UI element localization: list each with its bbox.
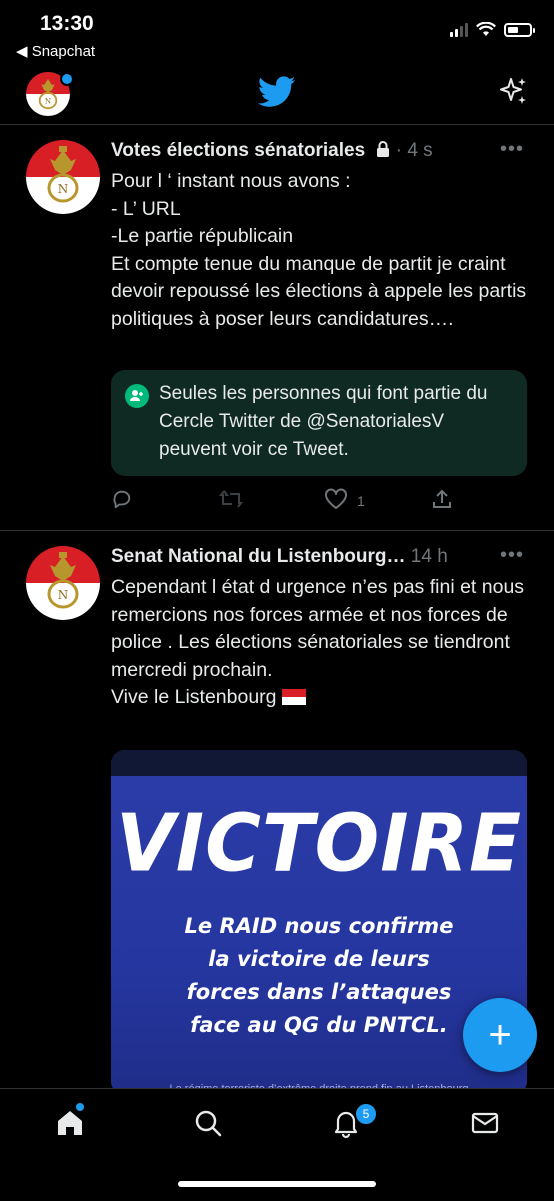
svg-text:N: N [45,97,51,106]
author-avatar[interactable]: N [26,140,100,214]
reply-icon[interactable] [111,488,133,510]
author-name[interactable]: Votes élections sénatoriales [111,140,365,161]
tweet[interactable]: N Votes élections sénatoriales · 4 s •••… [0,126,554,531]
top-bar: N [0,64,554,125]
flag-icon [281,689,306,705]
author-name[interactable]: Senat National du Listenbourg… [111,546,406,567]
retweet-icon [219,490,243,508]
messages-icon[interactable] [465,1103,505,1143]
sparkle-icon[interactable] [498,76,528,106]
tweet-header: Senat National du Listenbourg… 14 h [111,546,494,568]
tweet-actions: 1 [111,486,451,516]
battery-icon [504,22,535,37]
media-headline: VICTOIRE [115,795,523,890]
signal-icon [450,22,468,37]
more-options-button[interactable]: ••• [500,544,524,567]
svg-text:N: N [58,588,69,602]
home-indicator [178,1181,376,1187]
system-icons [450,22,535,37]
like-count: 1 [357,493,365,509]
twitter-logo-icon[interactable] [258,76,296,108]
tweet-header: Votes élections sénatoriales · 4 s [111,140,494,162]
status-bar: 13:30 ◀ Snapchat [0,0,554,62]
svg-text:N: N [58,182,69,196]
tweet-timestamp: 14 h [410,546,448,567]
circle-people-icon [125,384,149,408]
account-notification-dot [60,72,74,86]
like-icon[interactable] [324,488,348,510]
clock: 13:30 [40,12,94,35]
tweet-timestamp: · 4 s [395,140,433,161]
wifi-icon [476,22,496,36]
compose-tweet-button[interactable]: + [463,998,537,1072]
media-subtext: Le RAID nous confirme la victoire de leu… [184,914,454,1037]
author-avatar[interactable]: N [26,546,100,620]
share-icon[interactable] [431,488,453,510]
back-to-app-link[interactable]: ◀ Snapchat [16,42,95,60]
notifications-badge: 5 [354,1102,378,1126]
home-new-dot [76,1103,84,1111]
tweet-text-content: Cependant l état d urgence n’es pas fini… [111,576,525,708]
tweet-text: Cependant l état d urgence n’es pas fini… [111,574,532,712]
more-options-button[interactable]: ••• [500,138,524,161]
lock-icon [377,141,390,157]
circle-notice: Seules les personnes qui font partie du … [111,370,527,476]
tweet-text: Pour l ‘ instant nous avons : - L’ URL -… [111,170,527,330]
tweet[interactable]: N Senat National du Listenbourg… 14 h ••… [0,532,554,1095]
search-icon[interactable] [188,1103,228,1143]
circle-notice-text: Seules les personnes qui font partie du … [159,383,488,460]
home-icon[interactable] [50,1103,90,1143]
